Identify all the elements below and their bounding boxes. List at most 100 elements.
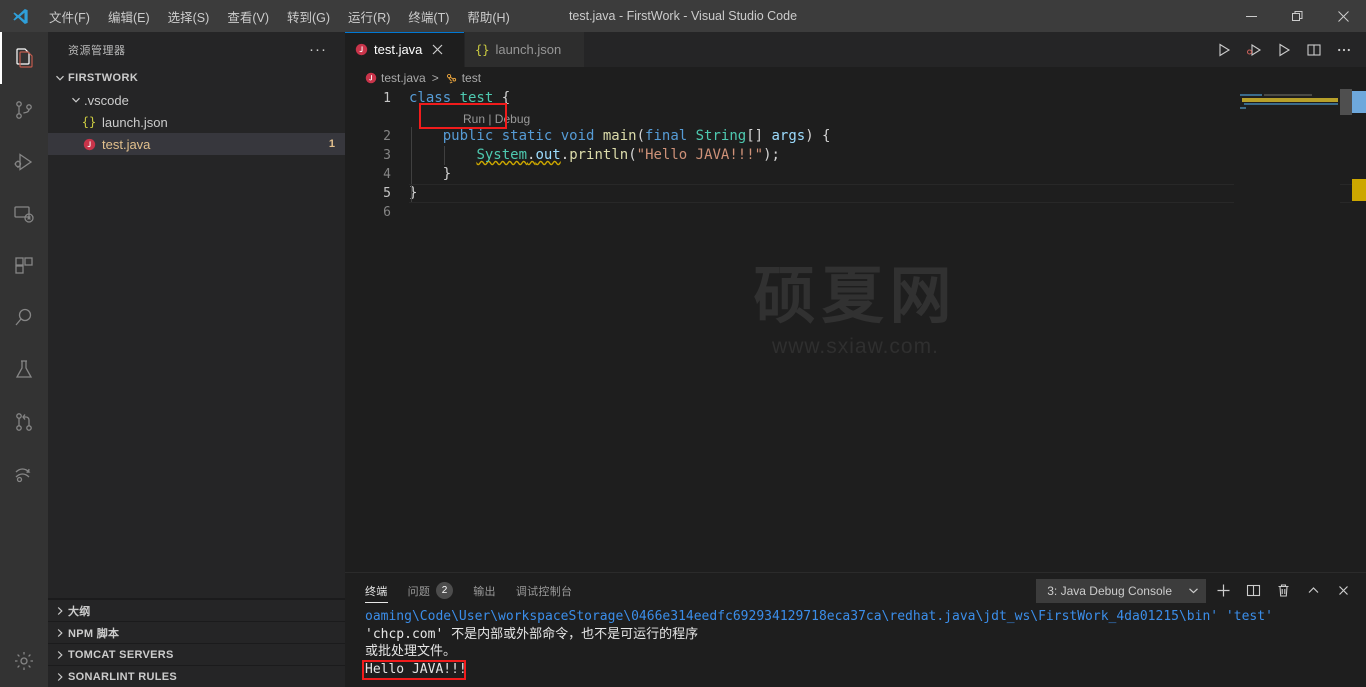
editor-minimap[interactable]: [1234, 89, 1340, 572]
title-bar: 文件(F) 编辑(E) 选择(S) 查看(V) 转到(G) 运行(R) 终端(T…: [0, 0, 1366, 32]
close-icon[interactable]: [432, 43, 443, 57]
tree-item-test-java[interactable]: test.java 1: [48, 133, 345, 155]
minimize-icon[interactable]: [1228, 0, 1274, 32]
testing-flask-icon[interactable]: [0, 344, 48, 396]
java-file-icon: [80, 138, 98, 151]
line-content: public static void main(final String[] a…: [442, 128, 831, 144]
breadcrumb-file[interactable]: test.java: [381, 71, 426, 85]
workbench-body: 资源管理器 ··· FIRSTWORK .vscode {} launch.js…: [0, 32, 1366, 687]
tree-item-badge: 1: [328, 138, 335, 150]
breadcrumb[interactable]: test.java > test: [345, 67, 1366, 89]
sidebar-header: 资源管理器 ···: [48, 32, 345, 67]
vscode-window: 文件(F) 编辑(E) 选择(S) 查看(V) 转到(G) 运行(R) 终端(T…: [0, 0, 1366, 687]
panel-tab-problems[interactable]: 问题 2: [408, 573, 454, 608]
extensions-icon[interactable]: [0, 240, 48, 292]
panel-tab-output[interactable]: 输出: [473, 573, 496, 608]
menu-bar[interactable]: 文件(F) 编辑(E) 选择(S) 查看(V) 转到(G) 运行(R) 终端(T…: [40, 0, 519, 32]
tree-item-launch-json[interactable]: {} launch.json: [48, 111, 345, 133]
code-editor[interactable]: 硕夏网 www.sxiaw.com. 1 class test { Run | …: [345, 89, 1366, 572]
window-controls[interactable]: [1228, 0, 1366, 32]
menu-edit[interactable]: 编辑(E): [99, 0, 159, 32]
sidebar-sections: 大纲 NPM 脚本 TOMCAT SERVERS SONARLINT RULES: [48, 598, 345, 687]
section-label: NPM 脚本: [68, 627, 120, 640]
codelens-label[interactable]: Run | Debug: [463, 112, 530, 126]
panel-tab-terminal[interactable]: 终端: [365, 573, 388, 608]
activity-bar: [0, 32, 48, 687]
menu-selection[interactable]: 选择(S): [159, 0, 219, 32]
pull-request-icon[interactable]: [0, 396, 48, 448]
menu-go[interactable]: 转到(G): [278, 0, 339, 32]
search-icon[interactable]: [0, 292, 48, 344]
chevron-right-icon: [52, 628, 68, 638]
tab-test-java[interactable]: test.java: [345, 32, 465, 67]
section-tomcat-servers[interactable]: TOMCAT SERVERS: [48, 643, 345, 665]
explorer-sidebar: 资源管理器 ··· FIRSTWORK .vscode {} launch.js…: [48, 32, 345, 687]
section-npm-scripts[interactable]: NPM 脚本: [48, 621, 345, 643]
new-terminal-button[interactable]: [1210, 578, 1236, 604]
breadcrumb-separator: >: [431, 71, 439, 85]
tree-item-label: FIRSTWORK: [68, 72, 139, 84]
tab-launch-json[interactable]: {} launch.json: [465, 32, 585, 67]
run-java-button[interactable]: [1210, 32, 1238, 67]
debug-java-button[interactable]: [1240, 32, 1268, 67]
menu-terminal[interactable]: 终端(T): [399, 0, 458, 32]
chevron-down-icon: [52, 73, 68, 83]
minimap-line: [1242, 98, 1338, 102]
code-line: 6: [345, 203, 1366, 222]
tab-label: test.java: [374, 42, 423, 57]
menu-run[interactable]: 运行(R): [339, 0, 399, 32]
split-terminal-button[interactable]: [1240, 578, 1266, 604]
maximize-panel-button[interactable]: [1300, 578, 1326, 604]
menu-view[interactable]: 查看(V): [218, 0, 278, 32]
terminal-output[interactable]: oaming\Code\User\workspaceStorage\0466e3…: [345, 608, 1366, 687]
panel-tab-label: 问题: [407, 585, 431, 598]
panel-header: 终端 问题 2 输出 调试控制台 3: Java Debug Console: [345, 573, 1366, 608]
breadcrumb-symbol[interactable]: test: [462, 71, 481, 85]
line-number: 4: [383, 167, 391, 182]
indent-guide: [444, 146, 445, 165]
terminal-line: oaming\Code\User\workspaceStorage\0466e3…: [365, 609, 1273, 624]
close-panel-button[interactable]: [1330, 578, 1356, 604]
line-number: 5: [383, 186, 391, 201]
tree-item-label: test.java: [102, 136, 151, 152]
split-editor-button[interactable]: [1300, 32, 1328, 67]
source-control-icon[interactable]: [0, 84, 48, 136]
menu-file[interactable]: 文件(F): [40, 0, 99, 32]
restore-icon[interactable]: [1274, 0, 1320, 32]
section-label: 大纲: [68, 605, 91, 618]
explorer-icon[interactable]: [0, 32, 48, 84]
sidebar-more-actions-icon[interactable]: ···: [309, 41, 337, 58]
run-code-button[interactable]: [1270, 32, 1298, 67]
line-number: 1: [383, 91, 391, 106]
code-line: 2 public static void main(final String[]…: [345, 127, 1366, 146]
editor-scrollbar[interactable]: [1340, 89, 1352, 115]
tree-item-firstwork[interactable]: FIRSTWORK: [48, 67, 345, 89]
minimap-line: [1244, 103, 1338, 105]
file-tree[interactable]: FIRSTWORK .vscode {} launch.json test.ja…: [48, 67, 345, 598]
tab-label: launch.json: [495, 42, 562, 57]
kill-terminal-button[interactable]: [1270, 578, 1296, 604]
section-outline[interactable]: 大纲: [48, 599, 345, 621]
current-line-highlight: [409, 184, 1366, 203]
chevron-down-icon: [1188, 585, 1199, 596]
tree-item-vscode-folder[interactable]: .vscode: [48, 89, 345, 111]
json-file-icon: {}: [475, 42, 490, 57]
code-lines[interactable]: 1 class test { Run | Debug 2 public stat…: [345, 89, 1366, 572]
section-sonarlint-rules[interactable]: SONARLINT RULES: [48, 665, 345, 687]
menu-help[interactable]: 帮助(H): [458, 0, 518, 32]
run-and-debug-icon[interactable]: [0, 136, 48, 188]
close-icon[interactable]: [1320, 0, 1366, 32]
terminal-selector[interactable]: 3: Java Debug Console: [1036, 578, 1206, 603]
panel-tab-debug-console[interactable]: 调试控制台: [516, 573, 573, 608]
live-share-icon[interactable]: [0, 448, 48, 500]
problems-badge: 2: [436, 582, 454, 599]
remote-explorer-icon[interactable]: [0, 188, 48, 240]
line-content: class test {: [409, 90, 511, 106]
editor-more-actions-button[interactable]: [1330, 32, 1358, 67]
class-symbol-icon: [445, 72, 458, 85]
chevron-right-icon: [52, 650, 68, 660]
code-line: 3 System.out.println("Hello JAVA!!!");: [345, 146, 1366, 165]
panel-tab-label: 终端: [365, 585, 388, 598]
settings-gear-icon[interactable]: [0, 635, 48, 687]
editor-actions: [1210, 32, 1366, 67]
